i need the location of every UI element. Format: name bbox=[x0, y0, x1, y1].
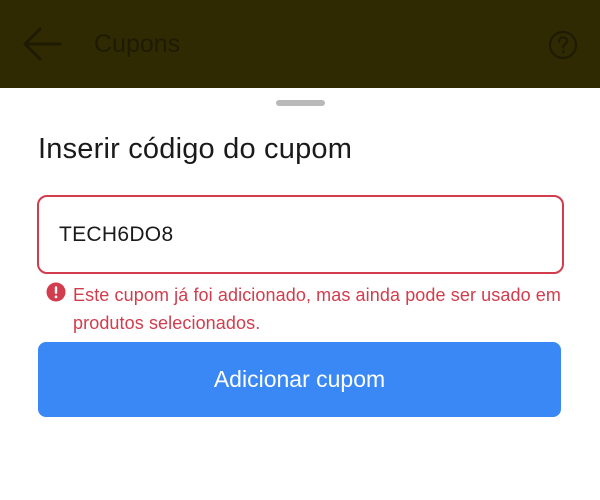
coupon-screen: Cupons Inserir código do cupom Este cupo… bbox=[0, 0, 600, 500]
add-coupon-button[interactable]: Adicionar cupom bbox=[38, 342, 561, 417]
app-bar: Cupons bbox=[0, 0, 600, 88]
sheet-title: Inserir código do cupom bbox=[38, 133, 353, 165]
coupon-bottom-sheet: Inserir código do cupom Este cupom já fo… bbox=[0, 88, 600, 500]
arrow-left-icon[interactable] bbox=[22, 26, 62, 62]
question-circle-icon[interactable] bbox=[548, 30, 578, 60]
coupon-code-input[interactable] bbox=[37, 195, 564, 274]
error-message: Este cupom já foi adicionado, mas ainda … bbox=[46, 281, 566, 337]
drag-handle[interactable] bbox=[276, 100, 325, 106]
error-text: Este cupom já foi adicionado, mas ainda … bbox=[73, 285, 561, 333]
exclamation-circle-icon bbox=[46, 282, 66, 302]
page-title: Cupons bbox=[94, 30, 181, 58]
